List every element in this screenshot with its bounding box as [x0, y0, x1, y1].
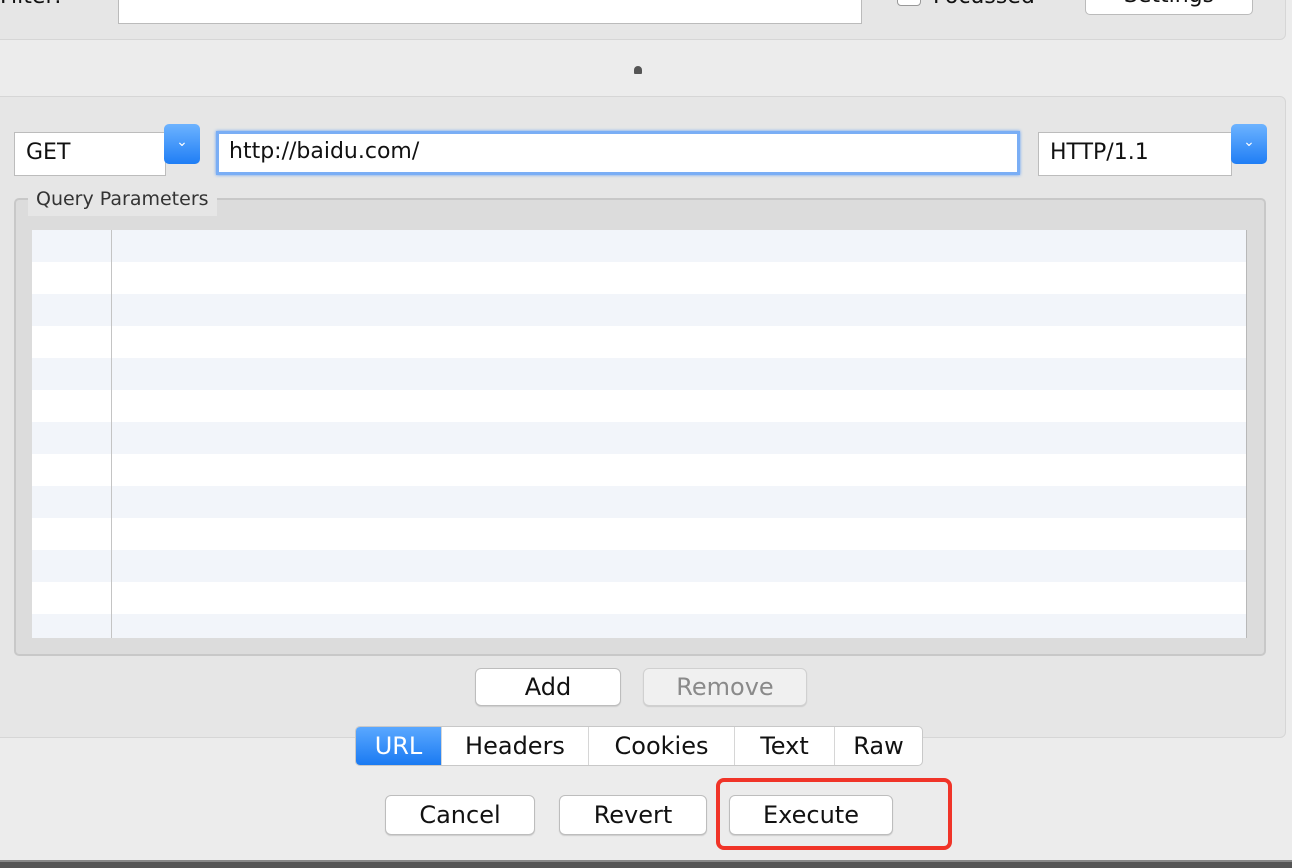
table-row[interactable] [32, 422, 1247, 454]
tab-headers[interactable]: Headers [442, 727, 589, 765]
table-row[interactable] [32, 326, 1247, 358]
filter-label: Filter: [0, 0, 62, 9]
table-row[interactable] [32, 230, 1247, 262]
tab-cookies[interactable]: Cookies [589, 727, 735, 765]
remove-button[interactable]: Remove [643, 668, 807, 706]
focussed-checkbox[interactable] [897, 0, 921, 6]
chevron-down-icon[interactable]: ⌄ [164, 124, 200, 164]
table-row[interactable] [32, 614, 1247, 638]
add-button[interactable]: Add [475, 668, 621, 706]
method-value: GET [26, 140, 71, 165]
method-select[interactable]: GET [14, 132, 166, 176]
tab-raw[interactable]: Raw [835, 727, 922, 765]
url-input[interactable]: http://baidu.com/ [216, 131, 1020, 175]
focussed-label: Focussed [933, 0, 1035, 9]
table-row[interactable] [32, 262, 1247, 294]
column-divider[interactable] [111, 230, 112, 638]
settings-button[interactable]: Settings [1085, 0, 1253, 15]
protocol-value: HTTP/1.1 [1050, 140, 1149, 165]
revert-button[interactable]: Revert [559, 795, 707, 835]
splitter-handle[interactable] [634, 66, 642, 74]
chevron-down-icon[interactable]: ⌄ [1231, 124, 1267, 164]
table-row[interactable] [32, 390, 1247, 422]
query-parameters-table[interactable] [32, 230, 1247, 638]
table-row[interactable] [32, 454, 1247, 486]
table-row[interactable] [32, 550, 1247, 582]
table-row[interactable] [32, 486, 1247, 518]
table-row[interactable] [32, 518, 1247, 550]
tab-text[interactable]: Text [735, 727, 835, 765]
table-row[interactable] [32, 582, 1247, 614]
protocol-select[interactable]: HTTP/1.1 [1038, 132, 1232, 176]
bottom-divider [0, 860, 1292, 868]
url-value: http://baidu.com/ [229, 139, 420, 164]
table-edge [1246, 230, 1247, 638]
request-tabs: URL Headers Cookies Text Raw [355, 726, 923, 766]
query-parameters-title: Query Parameters [28, 186, 217, 216]
table-row[interactable] [32, 358, 1247, 390]
execute-highlight-box [716, 778, 952, 850]
cancel-button[interactable]: Cancel [385, 795, 535, 835]
tab-url[interactable]: URL [356, 727, 442, 765]
filter-input[interactable] [118, 0, 862, 24]
table-row[interactable] [32, 294, 1247, 326]
